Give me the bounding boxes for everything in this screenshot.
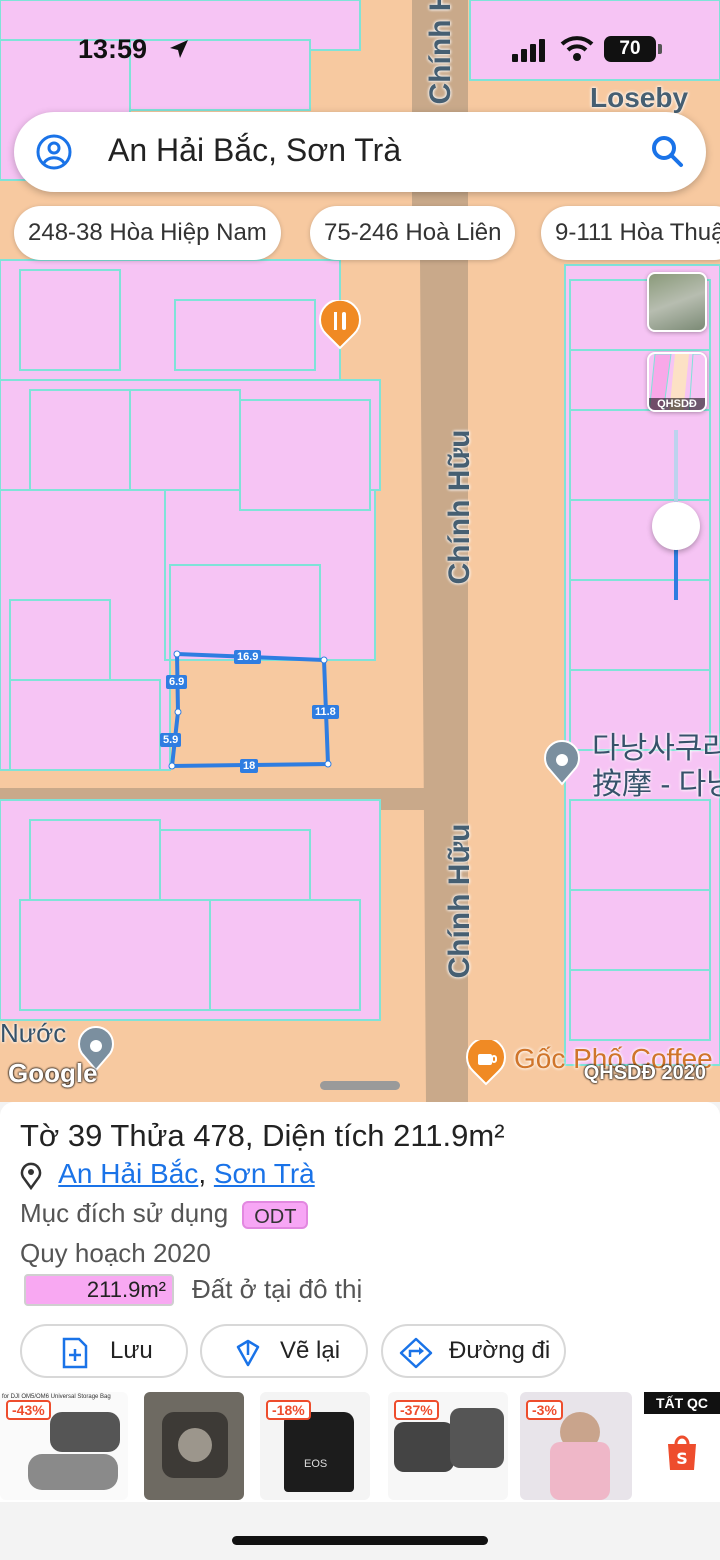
poi-nuoc-label[interactable]: Nước: [0, 1014, 66, 1052]
ad-item-gimbal-case[interactable]: -37%: [388, 1392, 508, 1500]
parcel-dim-top: 16.9: [234, 650, 262, 664]
home-indicator[interactable]: [232, 1536, 488, 1545]
status-time: 13:59: [78, 34, 148, 64]
search-input[interactable]: An Hải Bắc, Sơn Trà: [108, 132, 401, 169]
road-label-chinh-huu-2: Chính Hữu: [443, 823, 476, 979]
redraw-button[interactable]: Vẽ lại: [200, 1324, 368, 1378]
parcel-dim-right: 11.8: [312, 705, 339, 719]
plan-area-bar: 211.9m²: [24, 1274, 174, 1306]
ad-item-camera-bag[interactable]: EOS -18%: [260, 1392, 370, 1500]
user-icon[interactable]: [36, 134, 72, 170]
add-file-icon: [62, 1337, 88, 1369]
search-bar[interactable]: An Hải Bắc, Sơn Trà: [14, 112, 706, 192]
save-button-label: Lưu: [110, 1337, 153, 1364]
suggestion-chip[interactable]: 9-111 Hòa Thuậ: [541, 206, 720, 260]
ward-link[interactable]: An Hải Bắc: [58, 1158, 198, 1189]
location-arrow-icon: [170, 40, 188, 58]
purpose-code-badge: ODT: [242, 1201, 309, 1230]
parcel-dim-left-upper: 6.9: [166, 675, 188, 689]
cellular-signal-icon: [512, 39, 545, 62]
ad-item-storage-bag[interactable]: for DJI OM5/OM6 Universal Storage Bag -4…: [0, 1392, 128, 1500]
parcel-dim-bottom: 18: [240, 759, 259, 773]
ads-strip: for DJI OM5/OM6 Universal Storage Bag -4…: [0, 1392, 720, 1502]
google-logo: Google: [8, 1058, 98, 1088]
svg-text:S: S: [676, 1449, 688, 1468]
redraw-pen-icon: [236, 1339, 260, 1367]
sheet-grab-handle[interactable]: [320, 1081, 400, 1090]
ad-discount-badge: -3%: [526, 1400, 563, 1420]
ad-discount-badge: -43%: [6, 1400, 51, 1420]
ad-discount-badge: -18%: [266, 1400, 311, 1420]
plan-label: Quy hoạch 2020: [20, 1238, 211, 1268]
planning-layer-tag: QHSDĐ: [649, 398, 705, 410]
ad-item-backpack[interactable]: -3%: [520, 1392, 632, 1500]
parcel-dim-left-lower: 5.9: [160, 733, 182, 747]
location-separator: ,: [198, 1158, 214, 1189]
suggestion-chip[interactable]: 75-246 Hoà Liên: [310, 206, 516, 260]
redraw-button-label: Vẽ lại: [280, 1337, 341, 1364]
shopee-bag-icon: S: [668, 1435, 696, 1470]
planning-layer-button[interactable]: QHSDĐ: [647, 352, 707, 412]
parcel-title: Tờ 39 Thửa 478, Diện tích 211.9m²: [20, 1118, 505, 1153]
directions-icon: [399, 1337, 433, 1369]
directions-button[interactable]: Đường đi: [381, 1324, 566, 1378]
parcel-location: An Hải Bắc, Sơn Trà: [20, 1158, 315, 1190]
layer-year-badge: QHSDĐ 2020: [583, 1062, 706, 1084]
purpose-label: Mục đích sử dụng: [20, 1198, 229, 1228]
status-bar: 13:59 70: [0, 0, 720, 100]
all-ads-button[interactable]: TẤT QC S: [644, 1392, 720, 1500]
opacity-slider-knob[interactable]: [652, 502, 700, 550]
battery-indicator: 70: [604, 36, 662, 62]
suggestion-chip[interactable]: 248-38 Hòa Hiệp Nam: [14, 206, 281, 260]
purpose-row: Mục đích sử dụng ODT: [20, 1198, 309, 1230]
poi-korean-label-line2[interactable]: 按摩 - 다낭: [592, 766, 720, 804]
ad-item-camera-skin[interactable]: [144, 1392, 244, 1500]
satellite-layer-button[interactable]: [647, 272, 707, 332]
save-button[interactable]: Lưu: [20, 1324, 188, 1378]
location-pin-icon: [20, 1162, 42, 1190]
all-ads-label: TẤT QC: [644, 1392, 720, 1414]
search-icon[interactable]: [650, 134, 684, 168]
plan-land-type: Đất ở tại đô thị: [192, 1274, 363, 1304]
district-link[interactable]: Sơn Trà: [214, 1158, 315, 1189]
wifi-icon: [560, 36, 594, 61]
ad-discount-badge: -37%: [394, 1400, 439, 1420]
poi-korean-label-line1[interactable]: 다낭사쿠라: [592, 730, 720, 768]
directions-button-label: Đường đi: [449, 1337, 551, 1364]
road-label-chinh-huu-1: Chính Hữu: [443, 429, 476, 585]
